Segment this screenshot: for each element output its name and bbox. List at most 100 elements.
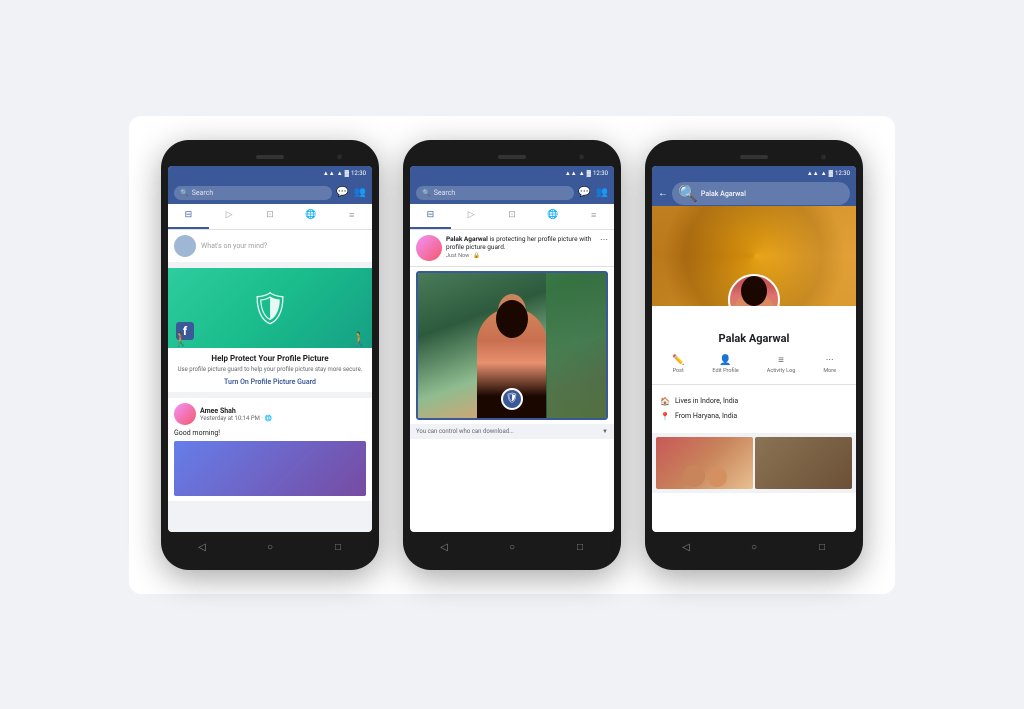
- profile-name: Palak Agarwal: [658, 332, 850, 345]
- phone-3: ▲▲ ▲ ▓ 12:30 ← 🔍 Palak Agarwal: [645, 140, 863, 570]
- phone-camera: [337, 154, 342, 159]
- protect-banner: f 🛡 🚶 🚶: [168, 268, 372, 348]
- more-label: More: [823, 368, 836, 374]
- phone-speaker: [256, 155, 284, 159]
- location-detail-icon: 📍: [660, 412, 670, 421]
- download-bar: You can control who can download... ▼: [410, 424, 614, 439]
- home-tab-2[interactable]: ⊟: [410, 204, 451, 229]
- recents-btn-1[interactable]: □: [331, 541, 345, 555]
- header-icons-2: 💬 👥: [578, 187, 608, 198]
- post-action[interactable]: ✏️ Post: [672, 355, 684, 374]
- activity-log-action[interactable]: ≡ Activity Log: [767, 355, 796, 374]
- more-action[interactable]: ··· More: [823, 355, 836, 374]
- time-display-2: 12:30: [593, 170, 608, 177]
- composer-placeholder[interactable]: What's on your mind?: [201, 242, 366, 250]
- back-arrow[interactable]: ←: [658, 188, 668, 199]
- photo-2-content: [755, 437, 852, 489]
- header-icons-1: 💬 👥: [336, 187, 366, 198]
- search-icon-3: 🔍: [678, 184, 698, 203]
- search-placeholder-2: Search: [434, 189, 456, 197]
- person-hair: [496, 300, 528, 338]
- phone-1-screen: ▲▲ ▲ ▓ 12:30 🔍 Search 💬 👥 ⊟: [168, 166, 372, 532]
- messenger-icon-2[interactable]: 💬: [578, 187, 590, 198]
- profile-screen: 🛡 Palak Agarwal ✏️ Post 👤 Edit Profile: [652, 206, 856, 532]
- detail-row-1: 🏠 Lives in Indore, India: [660, 394, 848, 409]
- status-bar-2: ▲▲ ▲ ▓ 12:30: [410, 166, 614, 182]
- marketplace-tab-2[interactable]: ⊡: [492, 204, 533, 229]
- recents-btn-3[interactable]: □: [815, 541, 829, 555]
- profile-details: 🏠 Lives in Indore, India 📍 From Haryana,…: [652, 389, 856, 429]
- protect-title: Help Protect Your Profile Picture: [176, 354, 364, 363]
- back-btn-3[interactable]: ◁: [679, 541, 693, 555]
- status-icons-3: ▲▲ ▲ ▓ 12:30: [807, 170, 850, 177]
- status-icons-2: ▲▲ ▲ ▓ 12:30: [565, 170, 608, 177]
- home-tab[interactable]: ⊟: [168, 204, 209, 229]
- notif-content: Palak Agarwal is protecting her profile …: [446, 235, 596, 260]
- messenger-icon[interactable]: 💬: [336, 187, 348, 198]
- notif-dots[interactable]: ···: [600, 235, 608, 246]
- notif-header: Palak Agarwal is protecting her profile …: [416, 235, 608, 261]
- notif-time: Just Now · 🔒: [446, 253, 596, 259]
- search-bar-2[interactable]: 🔍 Search: [416, 186, 574, 200]
- back-btn-2[interactable]: ◁: [437, 541, 451, 555]
- post-time: Yesterday at 10:14 PM · 🌐: [200, 415, 366, 422]
- wifi-icon: ▲: [337, 170, 343, 177]
- protect-desc: Use profile picture guard to help your p…: [176, 366, 364, 374]
- phone-3-top: [652, 150, 856, 164]
- profile-cover: 🛡: [652, 206, 856, 306]
- wifi-icon-2: ▲: [579, 170, 585, 177]
- phone-3-speaker: [740, 155, 768, 159]
- photo-thumb-2[interactable]: [755, 437, 852, 489]
- edit-profile-label: Edit Profile: [712, 368, 738, 374]
- recents-btn-2[interactable]: □: [573, 541, 587, 555]
- menu-tab[interactable]: ≡: [331, 204, 372, 229]
- signal-icon: ▲▲: [323, 170, 335, 177]
- profile-photo-frame: 🛡: [416, 271, 608, 420]
- phone-1-top: [168, 150, 372, 164]
- home-btn-1[interactable]: ○: [263, 541, 277, 555]
- notification-post: Palak Agarwal is protecting her profile …: [410, 230, 614, 267]
- from-text: From Haryana, India: [675, 412, 737, 420]
- marketplace-tab[interactable]: ⊡: [250, 204, 291, 229]
- globe-tab-2[interactable]: 🌐: [532, 204, 573, 229]
- profile-info: Palak Agarwal ✏️ Post 👤 Edit Profile ≡: [652, 306, 856, 385]
- profile-search-bar[interactable]: 🔍 Palak Agarwal: [672, 182, 850, 205]
- photo-thumb-1[interactable]: [656, 437, 753, 489]
- video-tab[interactable]: ▷: [209, 204, 250, 229]
- post-header: Amee Shah Yesterday at 10:14 PM · 🌐: [174, 403, 366, 425]
- edit-profile-action[interactable]: 👤 Edit Profile: [712, 355, 738, 374]
- download-text: You can control who can download...: [416, 428, 514, 435]
- post-item-1: Amee Shah Yesterday at 10:14 PM · 🌐 Good…: [168, 398, 372, 501]
- protect-cta[interactable]: Turn On Profile Picture Guard: [176, 378, 364, 386]
- back-btn-1[interactable]: ◁: [195, 541, 209, 555]
- fb-header-2: 🔍 Search 💬 👥: [410, 182, 614, 204]
- activity-log-label: Activity Log: [767, 368, 796, 374]
- friends-icon-2[interactable]: 👥: [596, 187, 608, 198]
- notif-avatar: [416, 235, 442, 261]
- wifi-icon-3: ▲: [821, 170, 827, 177]
- friends-icon[interactable]: 👥: [354, 187, 366, 198]
- home-btn-2[interactable]: ○: [505, 541, 519, 555]
- face-1: [683, 465, 705, 487]
- status-bar-1: ▲▲ ▲ ▓ 12:30: [168, 166, 372, 182]
- post-avatar: [174, 403, 196, 425]
- menu-tab-2[interactable]: ≡: [573, 204, 614, 229]
- edit-profile-icon: 👤: [719, 355, 731, 366]
- protect-card: f 🛡 🚶 🚶 Help Protect Your Profile Pictur…: [168, 268, 372, 393]
- bg-foliage: [546, 273, 606, 418]
- post-image: [174, 441, 366, 496]
- search-placeholder-1: Search: [192, 189, 214, 197]
- post-body: Good morning!: [174, 429, 366, 437]
- globe-tab[interactable]: 🌐: [290, 204, 331, 229]
- post-label: Post: [673, 368, 684, 374]
- video-tab-2[interactable]: ▷: [451, 204, 492, 229]
- profile-pic: [728, 274, 780, 306]
- home-btn-3[interactable]: ○: [747, 541, 761, 555]
- phone-2-bottom: ◁ ○ □: [410, 536, 614, 560]
- search-bar-1[interactable]: 🔍 Search: [174, 186, 332, 200]
- download-chevron[interactable]: ▼: [602, 428, 608, 435]
- phone-2: ▲▲ ▲ ▓ 12:30 🔍 Search 💬 👥 ⊟: [403, 140, 621, 570]
- phone-3-camera: [821, 154, 826, 159]
- phone-2-top: [410, 150, 614, 164]
- search-icon-1: 🔍: [180, 189, 189, 197]
